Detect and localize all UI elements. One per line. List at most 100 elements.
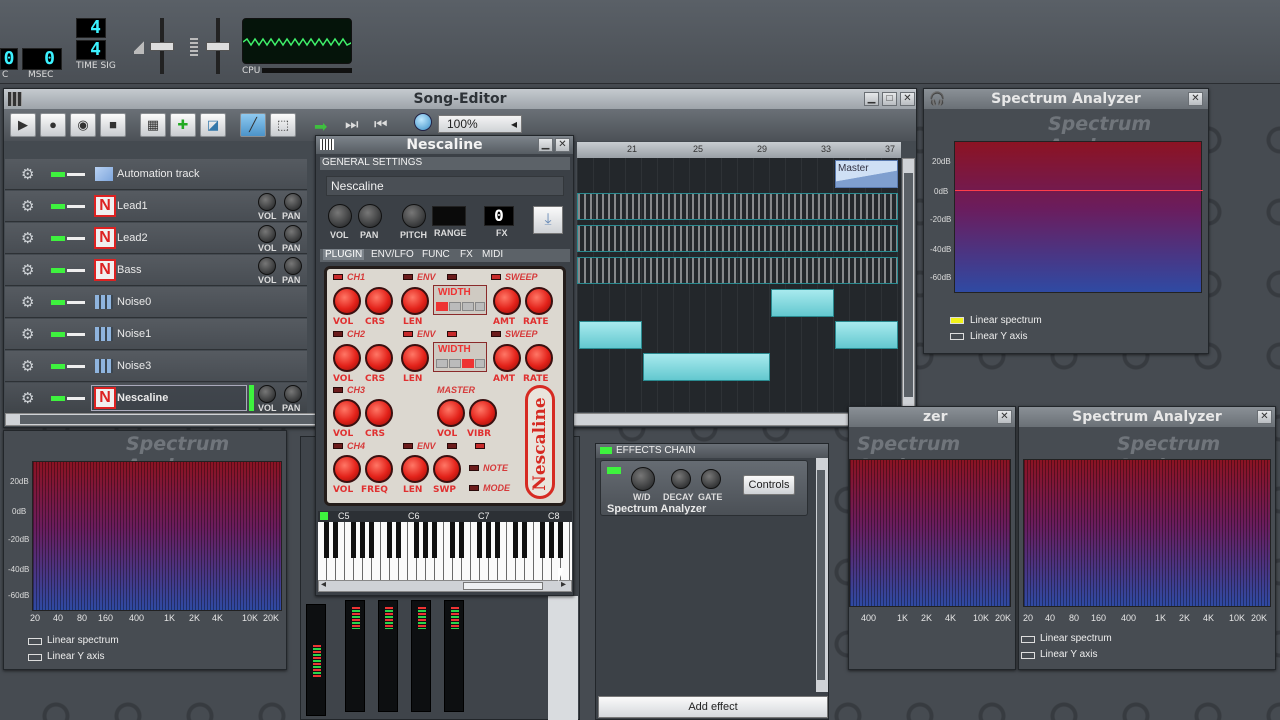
instrument-name-field[interactable]: Nescaline [326,176,564,196]
piano-black-key[interactable] [495,522,500,558]
gear-icon[interactable]: ⚙ [21,357,34,375]
piano-black-key[interactable] [333,522,338,558]
mixer-channel-strip[interactable] [345,600,365,712]
pattern-clip-lead2[interactable] [577,225,898,252]
track-name[interactable]: Noise3 [117,360,151,372]
ch4-volume-knob[interactable] [333,455,361,483]
track-name[interactable]: Noise0 [117,296,151,308]
oscilloscope[interactable] [242,18,352,64]
sweep-led[interactable] [491,274,501,280]
add-beat-track-button[interactable]: ▦ [140,113,166,137]
solo-indicator[interactable] [67,397,85,400]
piano-black-key[interactable] [549,522,554,558]
scroll-thumb[interactable] [817,470,825,680]
solo-indicator[interactable] [67,301,85,304]
scroll-thumb[interactable] [20,415,320,424]
gate-knob[interactable] [701,469,721,489]
fx-channel-display[interactable]: 0 [484,206,514,226]
tab-env-lfo[interactable]: ENV/LFO [371,249,414,260]
effects-scrollbar[interactable] [816,458,828,692]
piano-black-key[interactable] [351,522,356,558]
ch1-sweep-rate-knob[interactable] [525,287,553,315]
ch2-coarse-knob[interactable] [365,344,393,372]
volume-knob[interactable] [258,385,276,403]
linear-spectrum-checkbox[interactable] [28,638,42,645]
ch4-extra-led[interactable] [475,443,485,449]
effect-plugin-box[interactable]: W/D DECAY GATE Controls Spectrum Analyze… [600,460,808,516]
scroll-thumb[interactable] [463,582,543,590]
mute-led[interactable] [51,268,65,273]
track-name[interactable]: Lead2 [117,232,148,244]
ch3-volume-knob[interactable] [333,399,361,427]
mute-led[interactable] [51,300,65,305]
ch2-width-selector[interactable]: WIDTH [433,342,487,372]
master-vibrato-knob[interactable] [469,399,497,427]
pan-knob[interactable] [284,193,302,211]
mode-led[interactable] [469,485,479,491]
loop-led[interactable] [447,331,457,337]
gear-icon[interactable]: ⚙ [21,325,34,343]
edit-mode-button[interactable]: ⬚ [270,113,296,137]
master-volume-slider[interactable] [150,18,174,74]
gear-icon[interactable]: ⚙ [21,293,34,311]
ch2-length-knob[interactable] [401,344,429,372]
piano-black-key[interactable] [423,522,428,558]
loop-led[interactable] [447,274,457,280]
instrument-pan-knob[interactable] [358,204,382,228]
piano-black-key[interactable] [513,522,518,558]
piano-keyboard[interactable] [318,522,572,580]
spectrum-titlebar[interactable]: zer [849,407,1015,427]
track-row-noise3[interactable]: ⚙ Noise3 [5,351,307,382]
width-option-3[interactable] [462,302,474,311]
beat-clip-noise3[interactable] [643,353,770,381]
close-button[interactable]: ✕ [1188,92,1203,106]
solo-indicator[interactable] [67,237,85,240]
piano-black-key[interactable] [414,522,419,558]
record-button[interactable]: ● [40,113,66,137]
volume-knob[interactable] [258,225,276,243]
mixer-channel-strip[interactable] [378,600,398,712]
mixer-channel-strip[interactable] [444,600,464,712]
slider-handle[interactable] [206,42,230,51]
solo-indicator[interactable] [67,269,85,272]
track-name[interactable]: Noise1 [117,328,151,340]
song-editor-titlebar[interactable]: Song-Editor [4,89,916,109]
zoom-select[interactable]: 100% ◂ [438,115,522,133]
loop-led[interactable] [447,443,457,449]
track-row-noise0[interactable]: ⚙ Noise0 [5,287,307,318]
piano-black-key[interactable] [477,522,482,558]
piano-black-key[interactable] [459,522,464,558]
piano-black-key[interactable] [324,522,329,558]
spectrum-titlebar[interactable]: Spectrum Analyzer [924,89,1208,109]
env-led[interactable] [403,443,413,449]
track-name[interactable]: Automation track [117,168,200,180]
controls-button[interactable]: Controls [743,475,795,495]
time-sig-numerator[interactable]: 4 [76,18,106,38]
piano-black-key[interactable] [522,522,527,558]
note-led[interactable] [469,465,479,471]
pattern-clip-lead1[interactable] [577,193,898,220]
volume-knob[interactable] [258,257,276,275]
play-button[interactable]: ▶ [10,113,36,137]
tab-midi[interactable]: MIDI [482,249,503,260]
linear-spectrum-checkbox[interactable] [1021,636,1035,643]
track-row-lead2[interactable]: ⚙ N Lead2 VOL PAN [5,223,307,254]
piano-black-key[interactable] [387,522,392,558]
piano-scrollbar[interactable]: ◂ ▸ [318,579,572,592]
piano-black-key[interactable] [396,522,401,558]
mute-led[interactable] [51,204,65,209]
width-option-2[interactable] [449,302,461,311]
instrument-volume-knob[interactable] [328,204,352,228]
nescaline-titlebar[interactable]: Nescaline [316,136,573,154]
automation-clip-master[interactable]: Master [835,160,898,188]
effect-enable-led[interactable] [607,467,621,474]
base-note-marker[interactable] [320,512,328,520]
track-row-lead1[interactable]: ⚙ N Lead1 VOL PAN [5,191,307,222]
linear-spectrum-checkbox[interactable] [950,317,964,324]
width-option-3[interactable] [462,359,474,368]
ch4-led[interactable] [333,443,343,449]
vertical-scrollbar[interactable] [902,158,915,412]
minimize-button[interactable]: ▁ [864,92,879,106]
tab-func[interactable]: FUNC [422,249,450,260]
solo-indicator[interactable] [67,173,85,176]
